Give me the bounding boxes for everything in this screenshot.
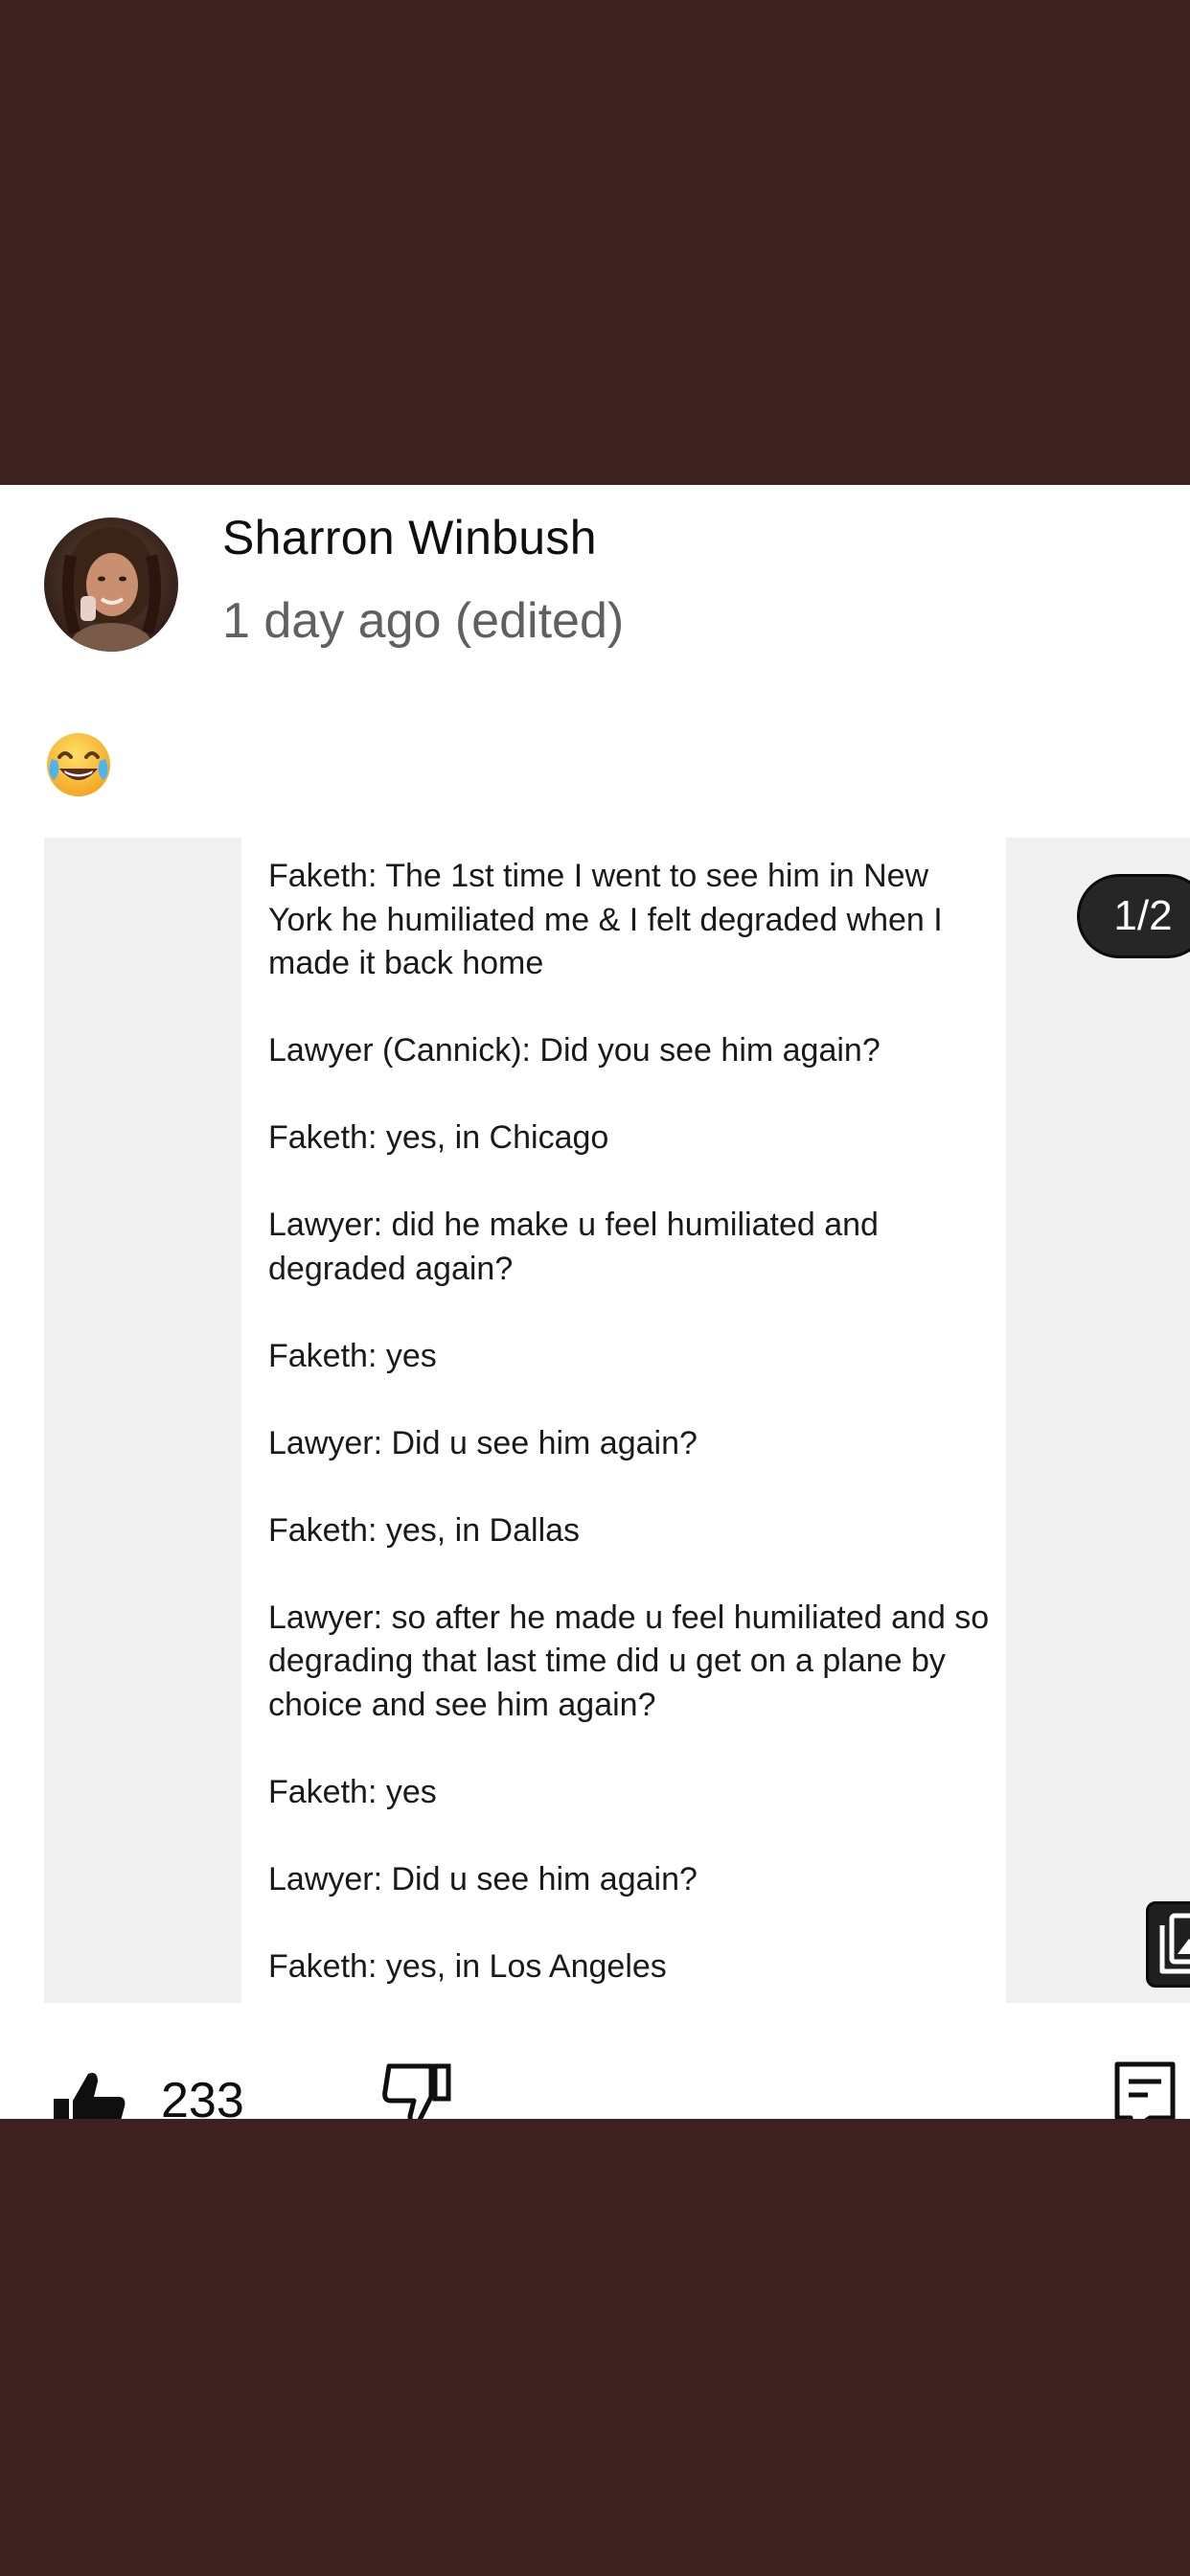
transcript-line: Lawyer: Did u see him again?: [268, 1860, 698, 1898]
transcript-line: Lawyer: did he make u feel humiliated an…: [268, 1207, 879, 1287]
transcript-line: Faketh: yes, in Dallas: [268, 1511, 581, 1549]
like-count: 233: [161, 2073, 244, 2119]
transcript-line: Lawyer: Did u see him again?: [268, 1424, 698, 1461]
transcript-text: Faketh: The 1st time I went to see him i…: [268, 855, 993, 1989]
transcript-line: Faketh: yes, in Chicago: [268, 1119, 609, 1156]
transcript-line: Faketh: yes: [268, 1337, 437, 1374]
transcript-line: Faketh: yes: [268, 1773, 437, 1810]
page-counter-badge: 1/2: [1077, 874, 1190, 958]
transcript-line: Lawyer (Cannick): Did you see him again?: [268, 1032, 881, 1069]
transcript-line: Faketh: yes, in Los Angeles: [268, 1947, 667, 1985]
image-gallery-icon[interactable]: [1146, 1901, 1190, 1988]
transcript-line: Lawyer: so after he made u feel humiliat…: [268, 1598, 990, 1723]
reply-icon[interactable]: [1111, 2057, 1179, 2119]
comment-card: Sharron Winbush 1 day ago (edited) Faket…: [0, 485, 1190, 2119]
comment-actions: 233: [0, 2057, 1190, 2119]
avatar[interactable]: [44, 518, 178, 652]
comment-author[interactable]: Sharron Winbush: [222, 510, 597, 565]
thumbs-down-icon[interactable]: [379, 2057, 456, 2119]
thumbs-up-icon[interactable]: [50, 2068, 128, 2119]
image-carousel[interactable]: Faketh: The 1st time I went to see him i…: [44, 838, 1190, 2003]
face-with-tears-of-joy-icon: [44, 730, 113, 799]
transcript-line: Faketh: The 1st time I went to see him i…: [268, 858, 943, 981]
comment-timestamp: 1 day ago (edited): [222, 593, 625, 649]
